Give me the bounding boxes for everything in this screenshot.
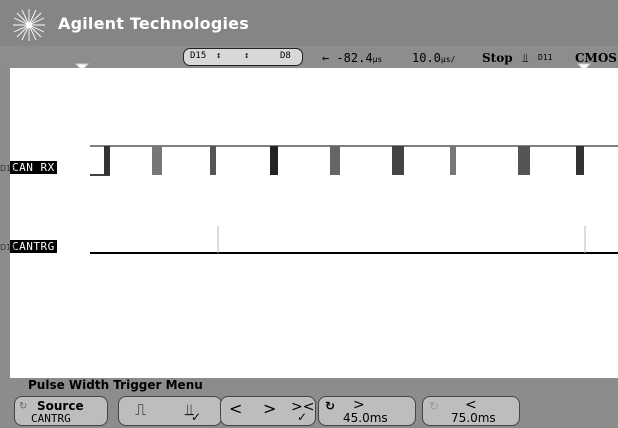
channel-marker-d15: D15 (0, 164, 17, 173)
positive-pulse-icon: ⎍ (135, 400, 147, 419)
greater-than-time-value: 75.0ms (451, 411, 496, 425)
qualifier-softkey[interactable]: < > >< ✓ (220, 396, 316, 426)
can-rx-pulse (392, 146, 404, 175)
agilent-spark-logo-icon (13, 9, 45, 41)
channel-label-can-rx: CAN RX (10, 161, 57, 174)
knob-icon: ↻ (325, 399, 336, 413)
can-rx-pulse (104, 146, 110, 175)
knob-icon: ↻ (429, 399, 440, 413)
can-rx-pulse (210, 146, 216, 175)
less-than-icon: < (229, 399, 243, 418)
polarity-softkey[interactable]: ⎍ ⫫ ✓ (118, 396, 222, 426)
oscilloscope-screen: Agilent Technologies D15 ↕ ↕ D8 ← -82.4µ… (0, 0, 618, 428)
activity-arrows-icon: ↕ (244, 51, 250, 61)
can-rx-pulse (152, 146, 162, 175)
can-rx-pulse (270, 146, 278, 175)
trigger-channel: D11 (538, 53, 553, 62)
channel-label-cantrg: CANTRG (10, 240, 57, 253)
can-rx-pulse (330, 146, 340, 175)
less-than-time-softkey[interactable]: ↻ > 45.0ms (318, 396, 416, 426)
source-value: CANTRG (31, 412, 71, 425)
channel-d15-tag: D15 (190, 51, 207, 61)
can-rx-pulse (576, 146, 584, 175)
channel-marker-d11: D11 (0, 243, 17, 252)
can-rx-pulse (450, 146, 456, 175)
source-label: Source (37, 399, 84, 413)
channel-d8-tag: D8 (280, 51, 291, 61)
checkmark-icon: ✓ (297, 410, 308, 424)
brand-title: Agilent Technologies (58, 14, 249, 33)
waveform-area (90, 145, 618, 254)
greater-than-icon: > (263, 399, 277, 418)
can-rx-pulse (518, 146, 530, 175)
activity-arrows-icon: ↕ (216, 51, 222, 61)
less-than-time-value: 45.0ms (343, 411, 388, 425)
softkey-row: ↻ Source CANTRG ⎍ ⫫ ✓ < > >< ✓ ↻ > 45.0m… (14, 396, 618, 428)
menu-title: Pulse Width Trigger Menu (28, 378, 203, 392)
title-bar: Agilent Technologies (0, 0, 618, 46)
greater-than-time-softkey[interactable]: ↻ < 75.0ms (422, 396, 520, 426)
source-softkey[interactable]: ↻ Source CANTRG (14, 396, 108, 426)
knob-icon: ↻ (19, 401, 28, 412)
checkmark-icon: ✓ (191, 410, 202, 424)
waveform-display[interactable]: CAN RX CANTRG (10, 68, 618, 378)
